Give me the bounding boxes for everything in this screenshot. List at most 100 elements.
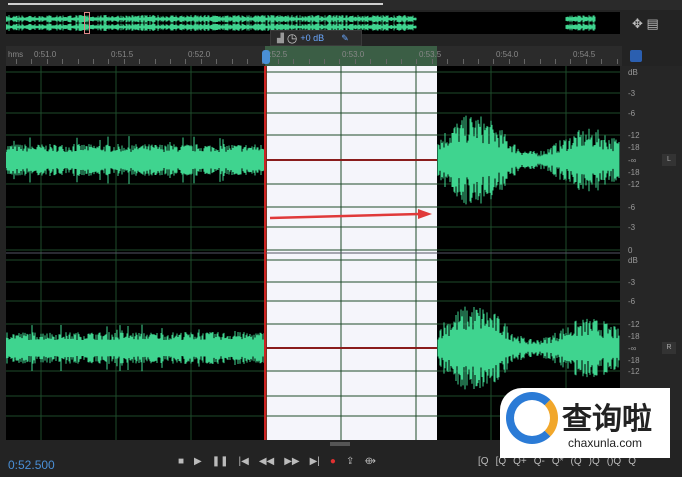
pause-button[interactable]: ❚❚	[212, 456, 229, 467]
skip-selection-button[interactable]: ⟴	[364, 456, 376, 467]
ruler-tick	[570, 59, 572, 64]
ruler-tick	[493, 59, 495, 64]
ruler-tick	[170, 59, 171, 64]
ruler-tick	[416, 59, 418, 64]
ruler-tick	[31, 59, 33, 64]
record-button[interactable]: ●	[330, 456, 336, 467]
ruler-tick	[108, 59, 110, 64]
db-label: -12	[628, 367, 640, 376]
ruler-label: 0:53.5	[419, 50, 442, 59]
db-label: -6	[628, 109, 636, 118]
hud-volume[interactable]: ▟ ◷ +0 dB ✎	[270, 30, 362, 46]
db-label: dB	[628, 256, 638, 265]
watermark-text: 查询啦	[562, 403, 652, 436]
ruler-tick	[77, 59, 79, 64]
db-label: -18	[628, 168, 640, 177]
snap-magnet-icon[interactable]	[630, 50, 642, 62]
horizontal-scrollbar[interactable]	[8, 3, 383, 5]
ruler-label: 0:51.0	[34, 50, 57, 59]
ruler-label: 0:51.5	[111, 50, 134, 59]
ruler-tick	[293, 59, 295, 64]
db-scale-panel: dB -3 -6 -12 -18 -∞ -18 -12 -6 -3 0 dB -3 -6 -12 -18 -∞ -…	[620, 66, 682, 440]
export-button[interactable]: ⇪	[346, 456, 354, 467]
ruler-tick	[508, 59, 510, 64]
db-label: dB	[628, 68, 638, 77]
waveform-display[interactable]	[6, 66, 620, 440]
ruler-label: 0:53.0	[342, 50, 365, 59]
channel-L-toggle[interactable]: L	[662, 154, 676, 166]
ruler-label: 0:54.5	[573, 50, 596, 59]
ruler-tick	[585, 59, 587, 64]
zoom-navigator-icon[interactable]: ✥	[632, 16, 643, 31]
playhead-handle[interactable]	[262, 50, 270, 64]
ruler-tick	[200, 59, 202, 64]
ruler-tick	[524, 59, 526, 64]
menu-icon[interactable]: ▤	[647, 16, 659, 31]
ruler-tick	[185, 59, 187, 64]
overview-viewport-handle[interactable]	[84, 12, 90, 34]
watermark-url: chaxunla.com	[568, 436, 643, 450]
ruler-tick	[354, 59, 356, 64]
rewind-button[interactable]: ◀◀	[259, 456, 274, 467]
stop-button[interactable]: ■	[178, 456, 184, 467]
ruler-tick	[139, 59, 141, 64]
ruler-tick	[231, 59, 233, 64]
volume-value: +0 dB	[300, 33, 325, 43]
ruler-tick	[216, 59, 218, 64]
ruler-tick	[555, 59, 556, 64]
ruler-tick	[16, 59, 17, 64]
annotation-arrow	[269, 212, 421, 220]
overview-icons: ✥ ▤	[632, 16, 659, 32]
ruler-tick	[339, 59, 341, 64]
ruler-tick	[123, 59, 125, 64]
ruler-tick	[154, 59, 156, 64]
ruler-label: 0:52.0	[188, 50, 211, 59]
watermark-logo	[506, 392, 558, 444]
ruler-tick	[447, 59, 449, 64]
ruler-tick	[46, 59, 48, 64]
ruler-tick	[93, 59, 94, 64]
current-time: 0:52.500	[8, 458, 55, 472]
db-label: -∞	[628, 156, 637, 165]
go-to-start-button[interactable]: |◀	[239, 456, 249, 467]
top-bar	[0, 0, 682, 10]
db-label: -6	[628, 203, 636, 212]
fast-forward-button[interactable]: ▶▶	[284, 456, 299, 467]
ruler-tick	[401, 59, 402, 64]
channel-R-toggle[interactable]: R	[662, 342, 676, 354]
ruler-tick	[431, 59, 433, 64]
ruler-tick	[478, 59, 479, 64]
volume-knob-icon[interactable]: ◷	[287, 31, 297, 45]
db-label: -∞	[628, 344, 637, 353]
db-label: -12	[628, 131, 640, 140]
db-label: -12	[628, 180, 640, 189]
db-label: -18	[628, 356, 640, 365]
ruler-tick	[370, 59, 372, 64]
ruler-unit: hms	[8, 50, 24, 59]
db-label: -3	[628, 89, 636, 98]
ruler-tick	[324, 59, 325, 64]
annotation-arrow-head	[418, 209, 432, 219]
db-label: 0	[628, 246, 633, 255]
db-label: -3	[628, 278, 636, 287]
ruler-tick	[308, 59, 310, 64]
ruler-tick	[616, 59, 618, 64]
db-label: -3	[628, 223, 636, 232]
resize-handle[interactable]	[330, 442, 350, 446]
ruler-tick	[539, 59, 541, 64]
ruler-tick	[462, 59, 464, 64]
go-to-end-button[interactable]: ▶|	[310, 456, 320, 467]
db-label: -12	[628, 320, 640, 329]
play-button[interactable]: ▶	[194, 456, 202, 467]
ruler-tick	[277, 59, 279, 64]
ruler-tick	[601, 59, 603, 64]
ruler-tick	[247, 59, 248, 64]
overview-waveform	[5, 15, 596, 31]
db-label: -18	[628, 143, 640, 152]
ruler-label: 0:54.0	[496, 50, 519, 59]
ruler-tick	[62, 59, 64, 64]
zoom-in-amplitude-button[interactable]: [Q	[478, 456, 489, 467]
db-label: -18	[628, 332, 640, 341]
pin-icon[interactable]: ✎	[341, 33, 349, 44]
signal-icon: ▟	[277, 32, 284, 43]
